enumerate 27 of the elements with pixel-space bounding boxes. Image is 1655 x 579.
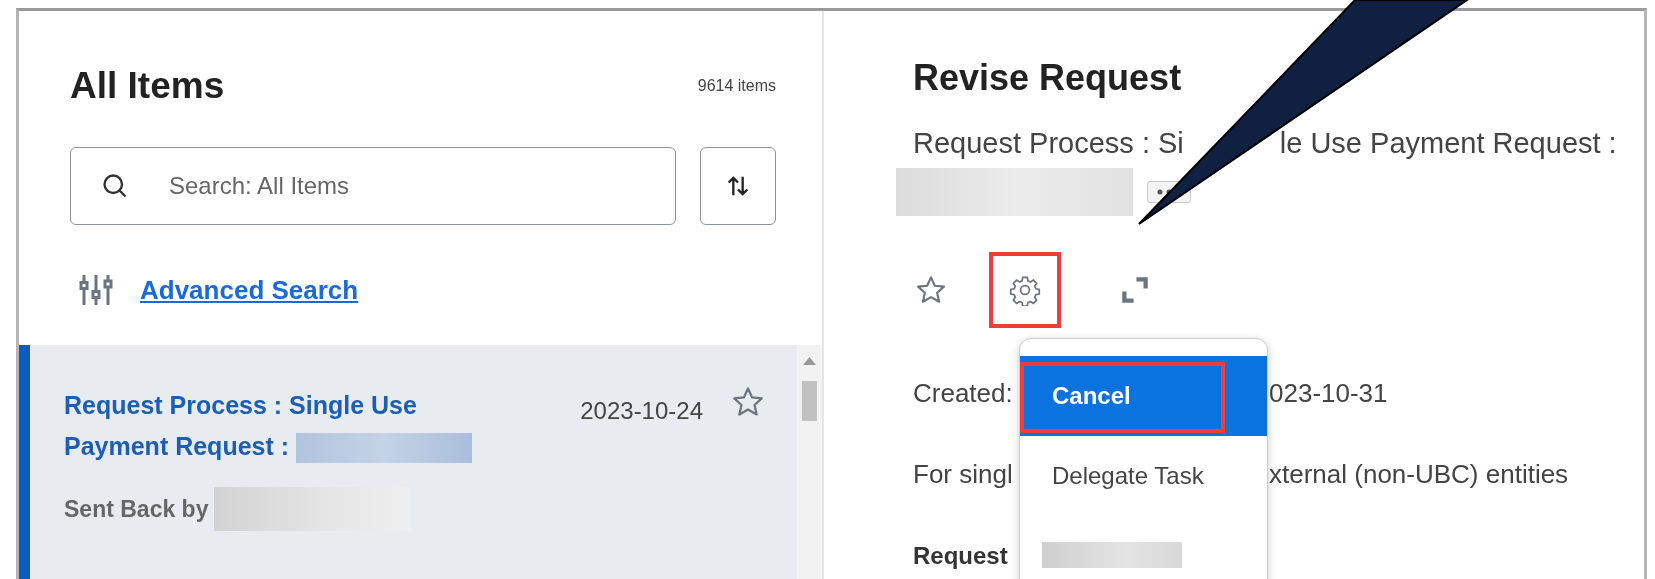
star-icon[interactable] <box>731 385 765 419</box>
list-item[interactable]: Request Process : Single Use Payment Request : Sent Back by 2023-10-24 <box>19 345 797 579</box>
search-field[interactable]: Search: All Items <box>70 147 676 225</box>
search-input[interactable]: Search: All Items <box>167 171 675 201</box>
item-count: 9614 items <box>697 77 776 95</box>
task-subtitle: le Use Payment Request : <box>1279 127 1617 160</box>
created-date: 023-10-31 <box>1269 378 1388 409</box>
scroll-up-icon[interactable] <box>803 357 816 365</box>
advanced-search-link[interactable]: Advanced Search <box>140 274 359 306</box>
settings-button[interactable] <box>989 252 1061 328</box>
task-subtitle: Request Process : Si <box>913 127 1184 160</box>
description-text: For singl <box>913 459 1013 490</box>
section-heading: Request <box>913 542 1008 570</box>
scroll-thumb[interactable] <box>802 381 817 421</box>
item-title[interactable]: Request Process : Single Use Payment Request : <box>64 385 484 467</box>
item-date: 2023-10-24 <box>580 397 703 426</box>
scrollbar[interactable] <box>797 345 822 579</box>
sort-button[interactable] <box>700 147 776 225</box>
task-title: Revise Request <box>913 57 1183 99</box>
panel-title: All Items <box>70 65 225 107</box>
filter-sliders-icon[interactable] <box>78 272 114 308</box>
item-status: Sent Back by <box>64 495 209 523</box>
gear-icon <box>1009 274 1041 306</box>
description-text: xternal (non-UBC) entities <box>1269 459 1569 490</box>
menu-item[interactable]: Delegate Task <box>1020 436 1267 516</box>
search-icon <box>101 172 129 200</box>
created-label: Created: <box>913 378 1013 409</box>
